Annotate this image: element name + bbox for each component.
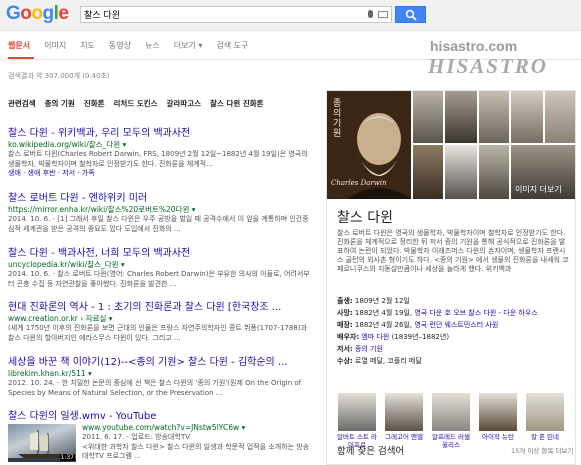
result-snippet: 2014. 10. 6. - 찰스 로버트 다윈(영어: Charles Rob… [8,270,310,288]
result-title-link[interactable]: 찰스 다윈 - 백과사전, 너희 모두의 백과사전 [8,247,314,260]
search-result: 찰스 다윈 - 위키백과, 우리 모두의 백과사전 ko.wikipedia.o… [8,127,314,178]
result-snippet: <위대한 과학자 찰스 다윈> 찰스 다윈의 일생과 학문적 업적을 소개하는 … [82,442,310,461]
portrait-image[interactable] [445,145,477,199]
person-name: 그레고어 멘델 [385,433,423,441]
related-search-link[interactable]: 리처드 도킨스 [114,98,158,109]
watermark-url: hisastro.com [430,38,518,54]
related-person[interactable]: 알프레드 러셀 윌리스 [431,393,471,449]
video-thumbnail[interactable]: 1:37 [8,424,76,462]
person-portrait [526,393,564,431]
result-url[interactable]: www.youtube.com/watch?v=JNstw5lYC6w ▾ [82,423,314,433]
person-portrait [432,393,470,431]
fact-death: 사망: 1882년 4월 19일, 영국 다운 호 오브 찰스 다윈 - 다운 … [337,309,538,317]
search-icon [405,9,417,21]
fact-works: 저서: 종의 기원 [337,345,383,353]
tab-6[interactable]: 검색 도구 [216,40,248,54]
darwin-signature: Charles Darwin [331,179,387,187]
person-portrait [479,393,517,431]
result-title-link[interactable]: 세상을 바꾼 책 이야기(12)--<종의 기원> 찰스 다윈 - 김학순의 .… [8,356,314,369]
related-search-link[interactable]: 찰스 다윈 진화론 [210,98,264,109]
tab-4[interactable]: 뉴스 [145,40,160,54]
search-button[interactable] [395,6,426,23]
people-more-link[interactable]: 15개 이상 항목 더보기 [511,445,573,455]
video-duration: 1:37 [59,454,75,461]
google-logo[interactable]: Google [6,3,69,25]
death-place-link[interactable]: 영국 다운 호 오브 찰스 다윈 - 다운 하우스 [414,309,537,317]
portrait-image[interactable] [479,145,509,199]
result-url[interactable]: www.creation.or.kr › 자료실 ▾ [8,314,314,324]
knowledge-panel-title: 찰스 다윈 [337,210,393,226]
related-search-link[interactable]: 관련검색 [8,98,36,109]
knowledge-panel-images[interactable]: 종의 기원 Charles Darwin 이미지 더보기 [327,91,575,199]
book-title-text: 종의 기원 [333,99,342,139]
tab-5[interactable]: 더보기 ▾ [174,40,203,54]
tab-0[interactable]: 웹문서 [8,40,30,54]
result-stats: 검색결과 약 307,000개 (0.40초) [8,72,110,80]
more-images-button[interactable]: 이미지 더보기 [511,145,575,199]
result-title-link[interactable]: 찰스 다윈의 일생.wmv - YouTube [8,410,314,423]
related-searches: 관련검색 종의 기원 진화론 리처드 도킨스 갈라파고스 찰스 다윈 진화론 [8,98,273,109]
result-snippet: 2012. 10. 24. - 한 치밀한 논문의 중심에 선 책은 찰스 다윈… [8,379,302,397]
person-name: 알프레드 러셀 윌리스 [432,433,470,449]
related-person[interactable]: 그레고어 멘델 [384,393,424,441]
tab-2[interactable]: 지도 [80,40,95,54]
search-box[interactable] [80,6,392,23]
result-url[interactable]: librekim.khan.kr/511 ▾ [8,369,314,379]
related-search-link[interactable]: 진화론 [84,98,105,109]
result-snippet: (세계 1750년 이후의 진화론을 보면 근대의 인물은 프랑스 자연주의학자… [8,324,307,342]
person-name: 아이작 뉴턴 [482,433,514,441]
portrait-image[interactable] [413,91,443,143]
fact-birth: 출생: 1809년 2월 12일 [337,297,410,305]
more-images-label: 이미지 더보기 [515,185,562,194]
search-result: 현대 진화론의 역사 - 1 : 초기의 진화론과 찰스 다윈 [한국창조 ..… [8,301,314,343]
tab-3[interactable]: 동영상 [109,40,131,54]
person-portrait [338,393,376,431]
result-url[interactable]: uncyclopedia.kr/wiki/찰스_다윈 ▾ [8,260,314,270]
book-cover-image[interactable]: 종의 기원 Charles Darwin [327,91,411,199]
result-title-link[interactable]: 찰스 로버트 다윈 - 엔하위키 미러 [8,192,314,205]
result-snippet: 2014. 10. 6. - [1] 그래서 후일 찰스 다윈은 우주 공방을 … [8,215,309,233]
portrait-image[interactable] [545,91,575,143]
result-title-link[interactable]: 현대 진화론의 역사 - 1 : 초기의 진화론과 찰스 다윈 [한국창조 ..… [8,301,314,314]
related-search-link[interactable]: 갈라파고스 [167,98,202,109]
search-result-video: 찰스 다윈의 일생.wmv - YouTube 1:37 www.youtube… [8,410,314,463]
person-name: 칼 폰 린네 [530,433,560,441]
keyboard-icon[interactable] [378,11,388,18]
search-result: 찰스 로버트 다윈 - 엔하위키 미러 https://mirror.enha.… [8,192,314,234]
related-person[interactable]: 칼 폰 린네 [525,393,565,441]
result-snippet: 찰스 로버트 다윈(Charles Robert Darwin, FRS, 18… [8,150,308,168]
burial-place-link[interactable]: 영국 런던 웨스트민스터 사원 [414,321,498,329]
related-person[interactable]: 알버트 스트 라이프로 [337,393,377,449]
search-tabs: 웹문서 이미지 지도 동영상 뉴스 더보기 ▾ 검색 도구 [8,40,262,54]
result-title-link[interactable]: 찰스 다윈 - 위키백과, 우리 모두의 백과사전 [8,127,314,140]
works-link[interactable]: 종의 기원 [355,345,383,353]
fact-burial: 매장: 1882년 4월 26일, 영국 런던 웨스트민스터 사원 [337,321,499,329]
fact-spouse: 배우자: 엠마 다윈 (1839년–1882년) [337,333,450,341]
portrait-image[interactable] [511,91,543,143]
result-url[interactable]: ko.wikipedia.org/wiki/찰스_다윈 ▾ [8,140,314,150]
knowledge-panel: 종의 기원 Charles Darwin 이미지 더보기 찰스 다윈 찰스 로버… [326,90,576,465]
search-result: 찰스 다윈 - 백과사전, 너희 모두의 백과사전 uncyclopedia.k… [8,247,314,289]
tab-1[interactable]: 이미지 [44,40,66,54]
related-person[interactable]: 아이작 뉴턴 [478,393,518,441]
spouse-link[interactable]: 엠마 다윈 [361,333,389,341]
watermark-logo: HISASTRO [428,54,548,78]
result-meta: 2011. 6. 17. - 업로드: 방송대학TV [82,433,191,441]
portrait-image[interactable] [445,91,477,143]
search-result: 세상을 바꾼 책 이야기(12)--<종의 기원> 찰스 다윈 - 김학순의 .… [8,356,314,398]
person-name: 알버트 스트 라이프로 [337,433,378,449]
result-sitelinks[interactable]: 생애 · 생애 후반 · 저서 · 가족 [8,169,314,178]
result-url[interactable]: https://mirror.enha.kr/wiki/찰스%20로버트%20다… [8,205,314,215]
fact-awards: 수상: 로열 메달, 코플리 메달 [337,357,422,365]
microphone-icon[interactable] [368,10,373,18]
related-search-link[interactable]: 종의 기원 [45,98,75,109]
portrait-image[interactable] [479,91,509,143]
search-input[interactable] [84,8,354,21]
knowledge-panel-description: 찰스 로버트 다윈은 영국의 생물학자, 박물학자이며 철학자로 인정받기도 한… [337,229,569,273]
portrait-image[interactable] [413,145,443,199]
person-portrait [385,393,423,431]
